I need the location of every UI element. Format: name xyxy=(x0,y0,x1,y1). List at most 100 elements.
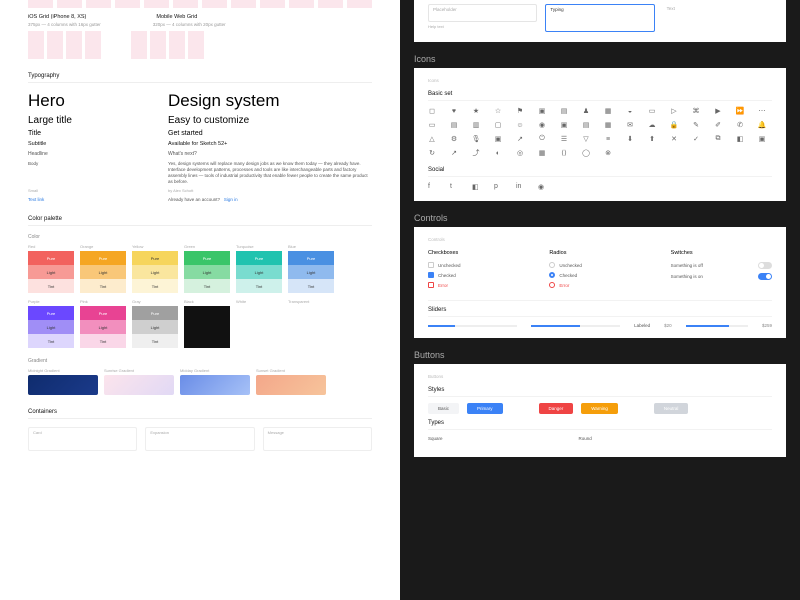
swatch-gray-pure: Pure xyxy=(132,306,178,320)
forward-icon: ⏩ xyxy=(736,107,744,115)
typo-headline: Headline xyxy=(28,151,128,157)
button-primary[interactable]: Primary xyxy=(467,403,503,414)
typo-title-sample: Get started xyxy=(168,130,372,137)
archive-icon: ▤ xyxy=(582,121,590,129)
container-message: Message xyxy=(263,427,372,451)
container-expansion: Expansion xyxy=(145,427,254,451)
social-icon-row: ft◧pin◉ xyxy=(428,183,772,191)
cube-icon: ◧ xyxy=(736,135,744,143)
input-typing[interactable]: Typing xyxy=(545,4,654,32)
color-sub-heading: Color xyxy=(28,234,372,240)
switch-off[interactable] xyxy=(758,262,772,269)
external-icon: ⤴ xyxy=(472,149,480,157)
typo-large-sample: Easy to customize xyxy=(168,115,372,126)
swatch-row-1: RedPureLightTint OrangePureLightTint Yel… xyxy=(28,244,372,293)
camera-icon: ◒ xyxy=(626,107,634,115)
inputs-card: Placeholder Help text Typing Text xyxy=(414,0,786,42)
swatch-yellow-pure: Pure xyxy=(132,251,178,265)
input-placeholder[interactable]: Placeholder xyxy=(428,4,537,22)
signin-link[interactable]: Sign in xyxy=(224,197,238,202)
bookmark-icon: ⚑ xyxy=(516,107,524,115)
instagram-icon: ◧ xyxy=(472,183,480,191)
icons-card: Icons Basic set ◻♥★☆⚑▣▤♟▦◒▭▷⌘▶⏩⋯▭▤▥▢☺◉▣▤… xyxy=(414,68,786,201)
checkbox-unchecked[interactable] xyxy=(428,262,434,268)
typo-subtitle: Subtitle xyxy=(28,141,128,147)
input-text[interactable]: Text xyxy=(663,4,772,22)
button-warning[interactable]: Warning xyxy=(581,403,618,414)
pinterest-icon: p xyxy=(494,183,502,191)
book-icon: ▥ xyxy=(472,121,480,129)
controls-crumb: Controls xyxy=(428,237,772,242)
slider-2[interactable] xyxy=(531,325,620,327)
play-icon: ▶ xyxy=(714,107,722,115)
buttons-crumb: Buttons xyxy=(428,374,772,379)
color-palette-heading: Color palette xyxy=(28,216,372,226)
x-circle-icon: ⊗ xyxy=(604,149,612,157)
cart-icon: ▭ xyxy=(648,107,656,115)
circle-icon: ◯ xyxy=(582,149,590,157)
typo-small: Small xyxy=(28,188,128,193)
grid-icon: ▦ xyxy=(538,149,546,157)
radio-checked[interactable] xyxy=(549,272,555,278)
checkbox-error[interactable] xyxy=(428,282,434,288)
button-basic[interactable]: Basic xyxy=(428,403,459,414)
typo-body: Body xyxy=(28,161,128,184)
typo-subtitle-sample: Available for Sketch 52+ xyxy=(168,141,372,147)
typo-hero: Hero xyxy=(28,91,128,111)
radios-heading: Radios xyxy=(549,250,650,256)
buttons-section-head: Buttons xyxy=(400,342,800,364)
card-icon: ▭ xyxy=(428,121,436,129)
wallet-icon: ▣ xyxy=(560,121,568,129)
sliders-heading: Sliders xyxy=(428,300,772,317)
button-danger[interactable]: Danger xyxy=(539,403,574,414)
swatch-orange-pure: Pure xyxy=(80,251,126,265)
copy-icon: ▣ xyxy=(758,135,766,143)
swatch-red-pure: Pure xyxy=(28,251,74,265)
stack-icon: ≡ xyxy=(604,135,612,143)
calendar-icon: ▦ xyxy=(604,121,612,129)
button-type-square: Square xyxy=(428,436,443,441)
twitter-icon: t xyxy=(450,183,458,191)
swatch-purple-pure: Pure xyxy=(28,306,74,320)
share-icon: ↗ xyxy=(516,135,524,143)
radio-error[interactable] xyxy=(549,282,555,288)
star-outline-icon: ☆ xyxy=(494,107,502,115)
web-grid-sub: 320px — 4 columns with 20px gutter xyxy=(153,22,226,27)
code-icon: ⟨⟩ xyxy=(560,149,568,157)
smile-icon: ☺ xyxy=(516,121,524,129)
display-icon: ▢ xyxy=(494,121,502,129)
checkboxes-heading: Checkboxes xyxy=(428,250,529,256)
lock-icon: 🔒 xyxy=(670,121,678,129)
typo-title: Title xyxy=(28,130,128,137)
controls-section-head: Controls xyxy=(400,205,800,227)
mic-icon: 🎙 xyxy=(472,135,480,143)
linkedin-icon: in xyxy=(516,183,524,191)
upload-icon: ⬆ xyxy=(648,135,656,143)
edit-icon: ✎ xyxy=(692,121,700,129)
user-icon: ♟ xyxy=(582,107,590,115)
grid-strip-top xyxy=(28,0,372,8)
containers-heading: Containers xyxy=(28,409,372,419)
button-neutral[interactable]: Neutral xyxy=(654,403,689,414)
gradient-sunrise xyxy=(104,375,174,395)
typo-small-sample: by Alex Schott xyxy=(168,188,372,193)
facebook-icon: f xyxy=(428,183,436,191)
power-icon: ⏻ xyxy=(538,135,546,143)
settings-icon: ⚙ xyxy=(450,135,458,143)
chat-icon: ◻ xyxy=(428,107,436,115)
slider-1[interactable] xyxy=(428,325,517,327)
buttons-types-heading: Types xyxy=(428,420,772,430)
switch-on[interactable] xyxy=(758,273,772,280)
icons-basic-heading: Basic set xyxy=(428,91,772,101)
checkbox-checked[interactable] xyxy=(428,272,434,278)
typo-hero-sample: Design system xyxy=(168,91,372,111)
bell-icon: 🔔 xyxy=(758,121,766,129)
swatch-black xyxy=(184,306,230,348)
globe-icon: ◐ xyxy=(494,149,502,157)
triangle-down-icon: ▽ xyxy=(582,135,590,143)
slider-3[interactable] xyxy=(686,325,748,327)
icons-social-heading: Social xyxy=(428,167,772,177)
swatch-green-pure: Pure xyxy=(184,251,230,265)
radio-unchecked[interactable] xyxy=(549,262,555,268)
swatch-row-2: PurplePureLightTint PinkPureLightTint Gr… xyxy=(28,299,372,348)
